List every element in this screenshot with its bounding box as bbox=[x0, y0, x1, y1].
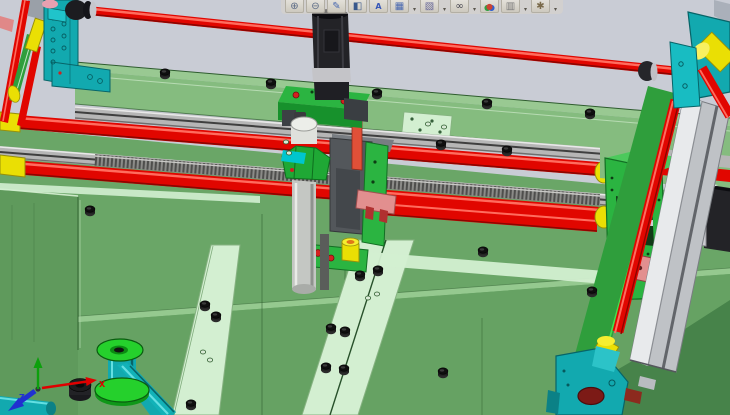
zoom-to-area-icon[interactable]: ⊖ bbox=[306, 0, 325, 13]
screw-end-nut bbox=[638, 61, 658, 81]
cad-viewport[interactable]: X Z ⊕ ⊖ ✎ ◧ A ▦ ▾ ▧ ▾ ∞ ▾ ● ▥ ▾ ✱ ▾ bbox=[0, 0, 730, 415]
view-settings-icon[interactable]: ✱ bbox=[531, 0, 550, 13]
x-axis-label: X bbox=[99, 380, 106, 389]
apply-scene-icon[interactable]: ▥ bbox=[501, 0, 520, 13]
carriage-guide-rod bbox=[320, 234, 329, 290]
rod-end-cap-left-lower bbox=[0, 155, 25, 177]
hide-show-items-icon[interactable]: ∞ bbox=[450, 0, 469, 13]
bearing-bore bbox=[578, 388, 604, 405]
section-view-icon[interactable]: ◧ bbox=[348, 0, 367, 13]
display-style-icon[interactable]: ▧ bbox=[420, 0, 439, 13]
edit-appearance-icon[interactable]: ● bbox=[480, 0, 499, 13]
apply-scene-caret[interactable]: ▾ bbox=[522, 0, 529, 13]
annotations-icon[interactable]: A bbox=[369, 0, 388, 13]
view-orientation-icon[interactable]: ▦ bbox=[390, 0, 409, 13]
heads-up-view-toolbar: ⊕ ⊖ ✎ ◧ A ▦ ▾ ▧ ▾ ∞ ▾ ● ▥ ▾ ✱ ▾ bbox=[281, 0, 563, 14]
previous-view-icon[interactable]: ✎ bbox=[327, 0, 346, 13]
display-style-caret[interactable]: ▾ bbox=[441, 0, 448, 13]
model-canvas[interactable]: X Z bbox=[0, 0, 730, 415]
view-settings-caret[interactable]: ▾ bbox=[552, 0, 559, 13]
z-axis-label: Z bbox=[19, 393, 25, 402]
hide-show-items-caret[interactable]: ▾ bbox=[471, 0, 478, 13]
view-orientation-caret[interactable]: ▾ bbox=[411, 0, 418, 13]
zoom-to-fit-icon[interactable]: ⊕ bbox=[285, 0, 304, 13]
shaft-coupling[interactable] bbox=[65, 0, 97, 20]
yellow-cap-cylinder bbox=[342, 238, 359, 262]
